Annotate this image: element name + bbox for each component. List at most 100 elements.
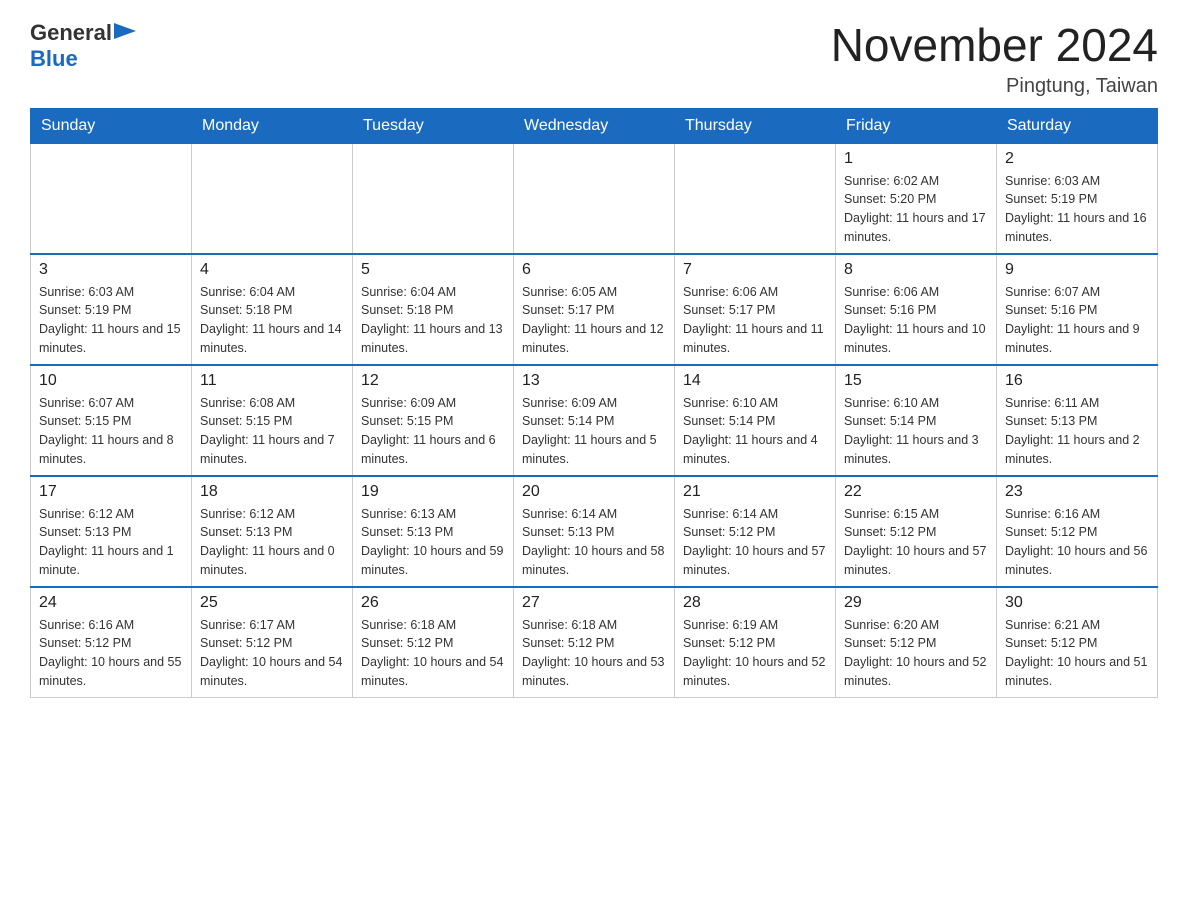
day-number: 1 [844,150,988,168]
day-info: Sunrise: 6:04 AMSunset: 5:18 PMDaylight:… [361,283,505,358]
calendar-cell-1-5 [675,143,836,254]
day-number: 27 [522,594,666,612]
calendar-cell-5-7: 30Sunrise: 6:21 AMSunset: 5:12 PMDayligh… [997,587,1158,698]
logo-triangle-icon [114,23,136,45]
calendar-cell-1-6: 1Sunrise: 6:02 AMSunset: 5:20 PMDaylight… [836,143,997,254]
day-info: Sunrise: 6:14 AMSunset: 5:13 PMDaylight:… [522,505,666,580]
day-info: Sunrise: 6:06 AMSunset: 5:17 PMDaylight:… [683,283,827,358]
calendar-cell-2-7: 9Sunrise: 6:07 AMSunset: 5:16 PMDaylight… [997,254,1158,365]
month-title: November 2024 [831,20,1158,71]
day-number: 11 [200,372,344,390]
weekday-header-tuesday: Tuesday [353,108,514,143]
day-info: Sunrise: 6:20 AMSunset: 5:12 PMDaylight:… [844,616,988,691]
calendar-cell-3-2: 11 Sunrise: 6:08 AMSunset: 5:15 PMDayligh… [192,365,353,476]
day-info: Sunrise: 6:14 AMSunset: 5:12 PMDaylight:… [683,505,827,580]
calendar-cell-3-7: 16Sunrise: 6:11 AMSunset: 5:13 PMDayligh… [997,365,1158,476]
day-number: 3 [39,261,183,279]
day-number: 6 [522,261,666,279]
calendar-cell-4-1: 17 Sunrise: 6:12 AMSunset: 5:13 PMDayligh… [31,476,192,587]
header: General Blue November 2024 Pingtung, Tai… [30,20,1158,98]
calendar-cell-3-1: 10 Sunrise: 6:07 AMSunset: 5:15 PMDayligh… [31,365,192,476]
day-info: Sunrise: 6:12 AMSunset: 5:13 PMDaylight:… [39,505,183,580]
day-info: Sunrise: 6:17 AMSunset: 5:12 PMDaylight:… [200,616,344,691]
day-number: 4 [200,261,344,279]
day-info: Sunrise: 6:03 AMSunset: 5:19 PMDaylight:… [39,283,183,358]
day-number: 29 [844,594,988,612]
calendar-cell-5-5: 28 Sunrise: 6:19 AMSunset: 5:12 PMDayligh… [675,587,836,698]
calendar-week-row-5: 24 Sunrise: 6:16 AMSunset: 5:12 PMDayligh… [31,587,1158,698]
day-number: 13 [522,372,666,390]
day-number: 24 [39,594,183,612]
day-number: 21 [683,483,827,501]
day-number: 20 [522,483,666,501]
day-info: Sunrise: 6:07 AMSunset: 5:15 PMDaylight:… [39,394,183,469]
weekday-header-saturday: Saturday [997,108,1158,143]
day-info: Sunrise: 6:06 AMSunset: 5:16 PMDaylight:… [844,283,988,358]
day-number: 28 [683,594,827,612]
calendar-cell-3-4: 13 Sunrise: 6:09 AMSunset: 5:14 PMDayligh… [514,365,675,476]
logo-text-blue: Blue [30,46,78,71]
day-number: 23 [1005,483,1149,501]
location-title: Pingtung, Taiwan [831,75,1158,98]
day-info: Sunrise: 6:10 AMSunset: 5:14 PMDaylight:… [683,394,827,469]
day-number: 5 [361,261,505,279]
day-number: 14 [683,372,827,390]
day-info: Sunrise: 6:04 AMSunset: 5:18 PMDaylight:… [200,283,344,358]
calendar-cell-4-4: 20 Sunrise: 6:14 AMSunset: 5:13 PMDayligh… [514,476,675,587]
calendar-cell-4-2: 18 Sunrise: 6:12 AMSunset: 5:13 PMDayligh… [192,476,353,587]
day-number: 2 [1005,150,1149,168]
day-number: 30 [1005,594,1149,612]
calendar-cell-2-4: 6 Sunrise: 6:05 AMSunset: 5:17 PMDaylight… [514,254,675,365]
day-info: Sunrise: 6:15 AMSunset: 5:12 PMDaylight:… [844,505,988,580]
calendar-cell-5-3: 26Sunrise: 6:18 AMSunset: 5:12 PMDayligh… [353,587,514,698]
calendar-cell-5-6: 29 Sunrise: 6:20 AMSunset: 5:12 PMDayligh… [836,587,997,698]
calendar-cell-5-1: 24 Sunrise: 6:16 AMSunset: 5:12 PMDayligh… [31,587,192,698]
day-number: 19 [361,483,505,501]
weekday-header-thursday: Thursday [675,108,836,143]
logo-text-general: General [30,20,112,46]
weekday-header-row: SundayMondayTuesdayWednesdayThursdayFrid… [31,108,1158,143]
day-info: Sunrise: 6:16 AMSunset: 5:12 PMDaylight:… [39,616,183,691]
day-number: 25 [200,594,344,612]
day-info: Sunrise: 6:18 AMSunset: 5:12 PMDaylight:… [522,616,666,691]
day-info: Sunrise: 6:03 AMSunset: 5:19 PMDaylight:… [1005,172,1149,247]
calendar-cell-1-1 [31,143,192,254]
day-info: Sunrise: 6:08 AMSunset: 5:15 PMDaylight:… [200,394,344,469]
day-number: 8 [844,261,988,279]
day-info: Sunrise: 6:05 AMSunset: 5:17 PMDaylight:… [522,283,666,358]
weekday-header-wednesday: Wednesday [514,108,675,143]
calendar-cell-2-1: 3 Sunrise: 6:03 AMSunset: 5:19 PMDaylight… [31,254,192,365]
day-info: Sunrise: 6:19 AMSunset: 5:12 PMDaylight:… [683,616,827,691]
calendar-cell-4-3: 19 Sunrise: 6:13 AMSunset: 5:13 PMDayligh… [353,476,514,587]
day-number: 17 [39,483,183,501]
calendar-table: SundayMondayTuesdayWednesdayThursdayFrid… [30,108,1158,698]
calendar-cell-4-7: 23 Sunrise: 6:16 AMSunset: 5:12 PMDayligh… [997,476,1158,587]
calendar-cell-3-3: 12Sunrise: 6:09 AMSunset: 5:15 PMDayligh… [353,365,514,476]
calendar-cell-1-4 [514,143,675,254]
calendar-cell-2-6: 8 Sunrise: 6:06 AMSunset: 5:16 PMDaylight… [836,254,997,365]
day-info: Sunrise: 6:12 AMSunset: 5:13 PMDaylight:… [200,505,344,580]
day-info: Sunrise: 6:13 AMSunset: 5:13 PMDaylight:… [361,505,505,580]
title-area: November 2024 Pingtung, Taiwan [831,20,1158,98]
calendar-cell-2-2: 4 Sunrise: 6:04 AMSunset: 5:18 PMDaylight… [192,254,353,365]
day-info: Sunrise: 6:16 AMSunset: 5:12 PMDaylight:… [1005,505,1149,580]
day-number: 7 [683,261,827,279]
calendar-cell-5-4: 27 Sunrise: 6:18 AMSunset: 5:12 PMDayligh… [514,587,675,698]
day-number: 22 [844,483,988,501]
day-number: 16 [1005,372,1149,390]
calendar-cell-2-3: 5 Sunrise: 6:04 AMSunset: 5:18 PMDaylight… [353,254,514,365]
day-number: 15 [844,372,988,390]
day-number: 26 [361,594,505,612]
weekday-header-monday: Monday [192,108,353,143]
day-info: Sunrise: 6:09 AMSunset: 5:14 PMDaylight:… [522,394,666,469]
day-number: 10 [39,372,183,390]
calendar-week-row-2: 3 Sunrise: 6:03 AMSunset: 5:19 PMDaylight… [31,254,1158,365]
calendar-cell-3-6: 15Sunrise: 6:10 AMSunset: 5:14 PMDayligh… [836,365,997,476]
day-number: 18 [200,483,344,501]
calendar-cell-3-5: 14 Sunrise: 6:10 AMSunset: 5:14 PMDayligh… [675,365,836,476]
calendar-week-row-4: 17 Sunrise: 6:12 AMSunset: 5:13 PMDayligh… [31,476,1158,587]
day-info: Sunrise: 6:07 AMSunset: 5:16 PMDaylight:… [1005,283,1149,358]
calendar-week-row-3: 10 Sunrise: 6:07 AMSunset: 5:15 PMDayligh… [31,365,1158,476]
calendar-cell-1-3 [353,143,514,254]
calendar-cell-4-6: 22 Sunrise: 6:15 AMSunset: 5:12 PMDayligh… [836,476,997,587]
